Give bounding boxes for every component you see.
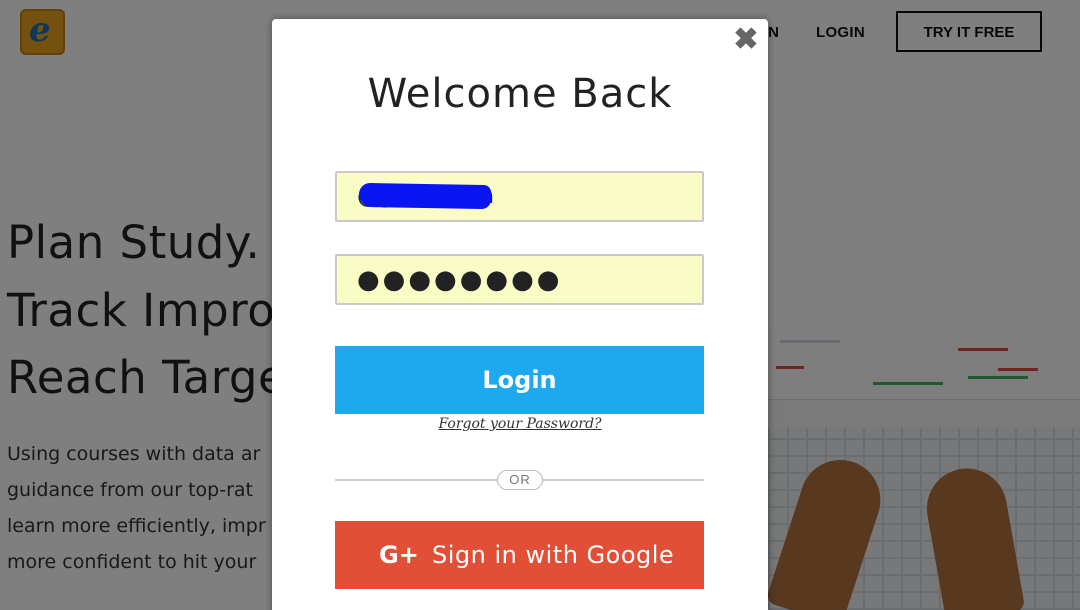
modal-title: Welcome Back: [367, 71, 673, 117]
login-modal: ✖ Welcome Back Login Forgot your Passwor…: [272, 19, 768, 610]
close-icon[interactable]: ✖: [733, 23, 759, 57]
google-signin-button[interactable]: G+ Sign in with Google: [335, 521, 704, 589]
google-signin-label: Sign in with Google: [432, 541, 675, 569]
or-label: OR: [497, 470, 543, 490]
login-button[interactable]: Login: [335, 346, 704, 414]
password-field[interactable]: [335, 254, 704, 305]
redaction-scribble: [358, 182, 492, 210]
google-plus-icon: G+: [379, 541, 419, 569]
forgot-password-label[interactable]: Forgot your Password?: [438, 416, 601, 432]
forgot-password-link[interactable]: Forgot your Password?: [272, 416, 768, 432]
